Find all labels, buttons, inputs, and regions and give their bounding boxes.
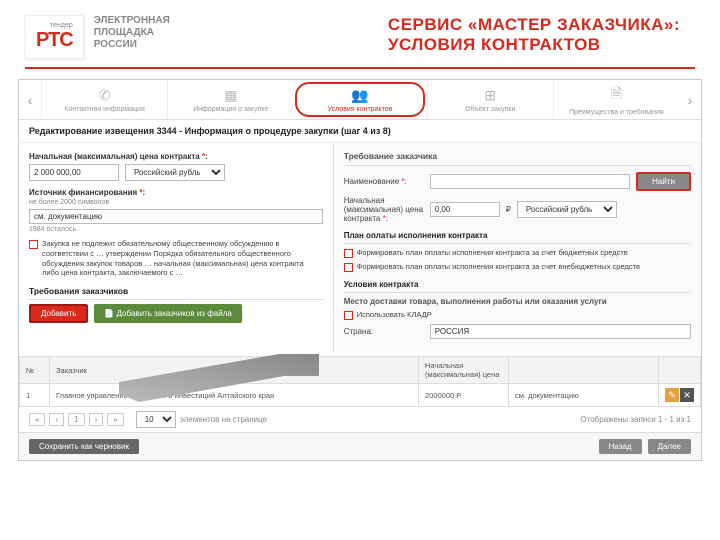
- right-panel: Требование заказчика Наименование *: Най…: [333, 143, 701, 352]
- phone-icon: ✆: [99, 87, 111, 104]
- tabs-prev[interactable]: ‹: [19, 80, 41, 119]
- col-actions: [659, 357, 701, 384]
- divider: [25, 67, 695, 69]
- people-icon: 👥: [351, 87, 368, 104]
- pager-last[interactable]: »: [107, 413, 123, 426]
- currency-select[interactable]: Российский рубль: [125, 164, 225, 181]
- wizard-tabs: ‹ ✆ Контактная информация ▦ Информация о…: [19, 80, 701, 120]
- name-input[interactable]: [430, 174, 630, 189]
- right-header: Требование заказчика: [344, 151, 691, 166]
- discussion-checkbox-row[interactable]: Закупка не подлежит обязательному общест…: [29, 239, 323, 278]
- price-label: Начальная (максимальная) цена контракта …: [29, 152, 208, 161]
- tab-contact-info[interactable]: ✆ Контактная информация: [41, 80, 167, 119]
- pager-prev[interactable]: ‹: [49, 413, 64, 426]
- per-page-select[interactable]: 10: [136, 411, 176, 428]
- checkbox-icon: [344, 311, 353, 320]
- calendar-icon: ▦: [224, 87, 237, 104]
- per-page-label: элементов на странице: [180, 415, 267, 424]
- add-button[interactable]: Добавить: [29, 304, 88, 323]
- pager-next[interactable]: ›: [89, 413, 104, 426]
- back-button[interactable]: Назад: [599, 439, 642, 454]
- col-customer: Заказчик: [50, 357, 419, 384]
- price-input[interactable]: [29, 164, 119, 181]
- next-button[interactable]: Далее: [648, 439, 691, 454]
- source-input[interactable]: [29, 209, 323, 224]
- right-price-input[interactable]: [430, 202, 500, 217]
- pager-page[interactable]: 1: [68, 413, 84, 426]
- remaining-chars: 1984 осталось: [29, 226, 323, 233]
- delete-icon[interactable]: ✕: [680, 388, 694, 402]
- checkbox-icon: [344, 249, 353, 258]
- checkbox-icon: [29, 240, 38, 249]
- currency-caret: ₽: [506, 205, 511, 214]
- col-price: Начальная (максимальная) цена: [419, 357, 509, 384]
- subheader: Редактирование извещения 3344 - Информац…: [19, 120, 701, 143]
- plan-title: План оплаты исполнения контракта: [344, 231, 691, 244]
- right-currency-select[interactable]: Российский рубль: [517, 201, 617, 218]
- grid-icon: ⊞: [484, 87, 496, 104]
- source-label: Источник финансирования *:: [29, 188, 145, 197]
- logo-tender: тендер: [36, 22, 73, 29]
- tab-advantages[interactable]: 🗎 Преимущества и требования: [553, 80, 679, 119]
- source-note: не более 2000 символов: [29, 199, 323, 206]
- footer: Сохранить как черновик Назад Далее: [19, 432, 701, 460]
- name-label: Наименование *:: [344, 177, 424, 186]
- country-input[interactable]: [430, 324, 691, 339]
- kladr-checkbox[interactable]: Использовать КЛАДР: [344, 310, 691, 320]
- logo-subtitle: ЭЛЕКТРОННАЯ ПЛОЩАДКА РОССИИ: [94, 15, 170, 51]
- left-column: Начальная (максимальная) цена контракта …: [19, 143, 333, 352]
- tabs-next[interactable]: ›: [679, 80, 701, 119]
- pager-status: Отображены записи 1 - 1 из 1: [580, 415, 691, 424]
- add-from-file-button[interactable]: 📄 Добавить заказчиков из файла: [94, 304, 241, 323]
- tab-contract-terms[interactable]: 👥 Условия контрактов: [295, 82, 424, 117]
- pager-first[interactable]: «: [29, 413, 45, 426]
- requirements-title: Требования заказчиков: [29, 286, 323, 300]
- right-price-label: Начальная (максимальная) цена контракта …: [344, 196, 424, 223]
- page-title: СЕРВИС «МАСТЕР ЗАКАЗЧИКА»: УСЛОВИЯ КОНТР…: [388, 15, 680, 55]
- logo: тендер РТС: [25, 15, 84, 59]
- logo-rtc: РТС: [36, 29, 73, 52]
- tab-purchase-info[interactable]: ▦ Информация о закупке: [167, 80, 293, 119]
- col-n: №: [20, 357, 50, 384]
- delivery-label: Место доставки товара, выполнения работы…: [344, 297, 691, 306]
- country-label: Страна:: [344, 327, 424, 336]
- plan-extrabudget-checkbox[interactable]: Формировать план оплаты исполнения контр…: [344, 262, 691, 272]
- conditions-title: Условия контракта: [344, 280, 691, 293]
- edit-icon[interactable]: ✎: [665, 388, 679, 402]
- table-row[interactable]: 1 Главное управление экономики и инвести…: [20, 384, 701, 407]
- tab-purchase-object[interactable]: ⊞ Объект закупки: [427, 80, 553, 119]
- pager: « ‹ 1 › » 10 элементов на странице Отобр…: [19, 407, 701, 432]
- customers-table: № Заказчик Начальная (максимальная) цена…: [19, 356, 701, 407]
- discussion-text: Закупка не подлежит обязательному общест…: [42, 239, 323, 278]
- find-button[interactable]: Найти: [636, 172, 691, 191]
- checkbox-icon: [344, 263, 353, 272]
- document-icon: 🗎: [611, 83, 622, 107]
- col-doc: [509, 357, 659, 384]
- save-draft-button[interactable]: Сохранить как черновик: [29, 439, 139, 454]
- plan-budget-checkbox[interactable]: Формировать план оплаты исполнения контр…: [344, 248, 691, 258]
- app-window: ‹ ✆ Контактная информация ▦ Информация о…: [18, 79, 702, 461]
